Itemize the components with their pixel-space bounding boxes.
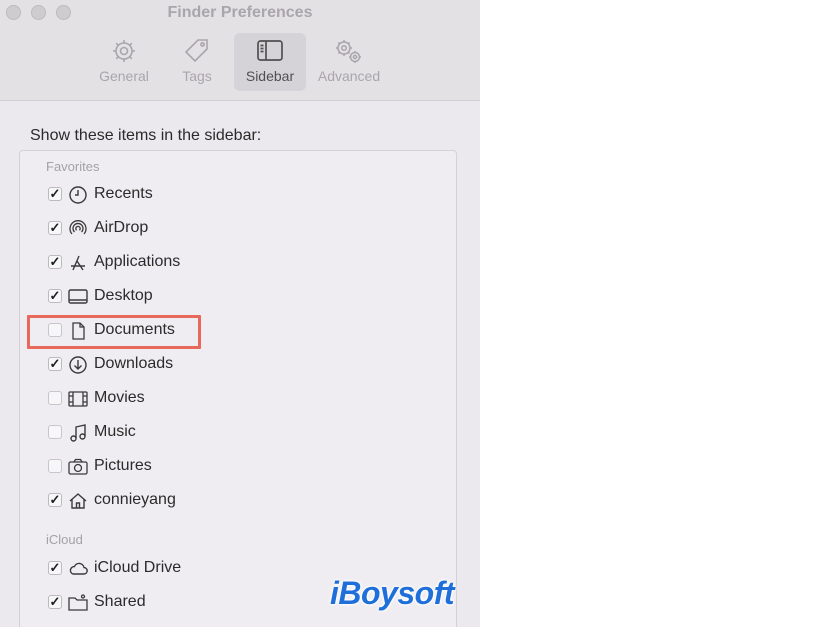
tab-advanced[interactable]: Advanced (310, 33, 388, 91)
airdrop-label: AirDrop (94, 219, 149, 236)
list-item-connieyang[interactable]: ✓ connieyang (46, 488, 446, 514)
list-item-movies[interactable]: Movies (46, 386, 446, 412)
list-item-applications[interactable]: ✓ Applications (46, 250, 446, 276)
list-item-airdrop[interactable]: ✓ AirDrop (46, 216, 446, 242)
tab-sidebar[interactable]: Sidebar (234, 33, 306, 91)
title-bar: Finder Preferences General Tags Sidebar … (0, 0, 480, 101)
tab-general[interactable]: General (91, 33, 157, 91)
tab-sidebar-label: Sidebar (245, 68, 295, 84)
sidebar-icon (257, 40, 283, 61)
downloads-label: Downloads (94, 355, 174, 372)
recents-checkbox[interactable]: ✓ (48, 187, 62, 201)
airdrop-checkbox[interactable]: ✓ (48, 221, 62, 235)
music-note-icon (70, 424, 86, 442)
gears-icon (336, 40, 361, 63)
tab-tags[interactable]: Tags (167, 33, 227, 91)
list-item-desktop[interactable]: ✓ Desktop (46, 284, 446, 310)
film-icon (68, 391, 88, 407)
recents-label: Recents (94, 185, 153, 202)
list-item-music[interactable]: Music (46, 420, 446, 446)
list-item-recents[interactable]: ✓ Recents (46, 182, 446, 208)
camera-icon (68, 458, 88, 475)
window-title: Finder Preferences (167, 4, 313, 21)
desktop-icon (68, 289, 88, 304)
icloud-drive-checkbox[interactable]: ✓ (48, 561, 62, 575)
tag-icon (184, 39, 208, 63)
desktop-checkbox[interactable]: ✓ (48, 289, 62, 303)
cloud-icon (69, 562, 88, 575)
applications-icon (71, 255, 85, 271)
list-item-downloads[interactable]: ✓ Downloads (46, 352, 446, 378)
sidebar-items-heading: Show these items in the sidebar: (30, 127, 262, 144)
download-icon (69, 356, 87, 374)
shared-folder-icon (68, 594, 88, 611)
music-label: Music (94, 423, 136, 440)
movies-label: Movies (94, 389, 145, 406)
section-label-icloud: iCloud (46, 532, 83, 547)
shared-checkbox[interactable]: ✓ (48, 595, 62, 609)
documents-highlight-box (27, 315, 201, 349)
desktop-label: Desktop (94, 287, 153, 304)
applications-checkbox[interactable]: ✓ (48, 255, 62, 269)
applications-label: Applications (94, 253, 181, 270)
tab-general-label: General (99, 68, 149, 84)
connieyang-label: connieyang (94, 491, 176, 508)
movies-checkbox[interactable] (48, 391, 62, 405)
pictures-label: Pictures (94, 457, 152, 474)
downloads-checkbox[interactable]: ✓ (48, 357, 62, 371)
clock-icon (69, 186, 87, 204)
music-checkbox[interactable] (48, 425, 62, 439)
section-label-favorites: Favorites (46, 159, 100, 174)
shared-label: Shared (94, 593, 146, 610)
tab-advanced-label: Advanced (317, 68, 381, 84)
connieyang-checkbox[interactable]: ✓ (48, 493, 62, 507)
iboysoft-watermark: iBoysoft (330, 575, 455, 611)
gear-icon (113, 40, 135, 62)
tab-tags-label: Tags (182, 68, 212, 84)
pictures-checkbox[interactable] (48, 459, 62, 473)
airdrop-icon (69, 220, 87, 235)
home-icon (69, 493, 87, 509)
icloud-drive-label: iCloud Drive (94, 559, 182, 576)
list-item-pictures[interactable]: Pictures (46, 454, 446, 480)
